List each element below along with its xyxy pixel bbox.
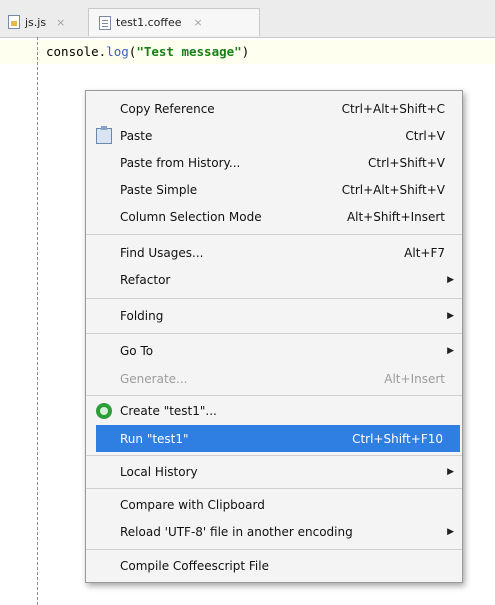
- menu-item-label: Column Selection Mode: [120, 209, 262, 224]
- close-icon[interactable]: ×: [56, 16, 65, 29]
- menu-item-find-usages[interactable]: Find Usages... Alt+F7: [86, 239, 462, 266]
- menu-item-local-history[interactable]: Local History ▶: [86, 458, 462, 485]
- editor-tab-bar: js.js × test1.coffee ×: [0, 0, 495, 38]
- menu-item-create-test1[interactable]: Create "test1"...: [86, 397, 462, 424]
- close-icon[interactable]: ×: [194, 16, 203, 29]
- menu-item-label: Compare with Clipboard: [120, 497, 265, 512]
- menu-separator: [86, 333, 462, 334]
- menu-separator: [86, 298, 462, 299]
- menu-separator: [86, 395, 462, 396]
- menu-item-paste-from-history[interactable]: Paste from History... Ctrl+Shift+V: [86, 149, 462, 176]
- menu-item-label: Copy Reference: [120, 101, 215, 116]
- menu-item-label: Paste from History...: [120, 155, 241, 170]
- menu-item-reload-encoding[interactable]: Reload 'UTF-8' file in another encoding …: [86, 518, 462, 545]
- menu-separator: [86, 234, 462, 235]
- menu-item-go-to[interactable]: Go To ▶: [86, 337, 462, 364]
- javascript-file-icon: [8, 15, 20, 29]
- code-string: "Test message": [136, 44, 242, 59]
- menu-item-label: Paste Simple: [120, 182, 198, 197]
- menu-item-run-test1[interactable]: Run "test1" Ctrl+Shift+F10: [96, 425, 460, 452]
- tab-test1-coffee[interactable]: test1.coffee ×: [88, 8, 260, 36]
- menu-item-label: Run "test1": [120, 431, 189, 446]
- code-text: console.: [46, 44, 107, 59]
- coffeescript-icon: [96, 402, 112, 419]
- context-menu: Copy Reference Ctrl+Alt+Shift+C Paste Ct…: [85, 90, 463, 583]
- code-paren: ): [241, 44, 250, 59]
- menu-item-shortcut: Alt+Shift+Insert: [346, 209, 445, 224]
- tab-label: test1.coffee: [116, 16, 182, 29]
- tab-js-js[interactable]: js.js ×: [0, 8, 80, 36]
- menu-separator: [86, 488, 462, 489]
- menu-item-label: Find Usages...: [120, 245, 204, 260]
- menu-item-shortcut: Alt+Insert: [384, 371, 445, 386]
- menu-item-label: Local History: [120, 464, 198, 479]
- code-function: log: [106, 44, 129, 59]
- menu-item-label: Go To: [120, 343, 154, 358]
- menu-item-shortcut: Ctrl+Alt+Shift+V: [341, 182, 445, 197]
- menu-item-label: Paste: [120, 128, 153, 143]
- code-line[interactable]: console.log("Test message"): [46, 44, 249, 59]
- menu-item-label: Compile Coffeescript File: [120, 558, 269, 573]
- menu-item-refactor[interactable]: Refactor ▶: [86, 266, 462, 293]
- menu-item-shortcut: Alt+F7: [404, 245, 445, 260]
- submenu-arrow-icon: ▶: [447, 526, 454, 537]
- menu-item-label: Generate...: [120, 371, 188, 386]
- menu-item-compare-with-clipboard[interactable]: Compare with Clipboard: [86, 491, 462, 518]
- submenu-arrow-icon: ▶: [447, 274, 454, 285]
- menu-separator: [86, 455, 462, 456]
- menu-item-column-selection-mode[interactable]: Column Selection Mode Alt+Shift+Insert: [86, 203, 462, 230]
- menu-item-copy-reference[interactable]: Copy Reference Ctrl+Alt+Shift+C: [86, 95, 462, 122]
- submenu-arrow-icon: ▶: [447, 466, 454, 477]
- menu-item-paste[interactable]: Paste Ctrl+V: [86, 122, 462, 149]
- menu-item-shortcut: Ctrl+V: [405, 128, 445, 143]
- menu-item-shortcut: Ctrl+Shift+V: [368, 155, 445, 170]
- menu-item-shortcut: Ctrl+Alt+Shift+C: [341, 101, 445, 116]
- menu-item-label: Reload 'UTF-8' file in another encoding: [120, 524, 353, 539]
- menu-item-compile-coffeescript[interactable]: Compile Coffeescript File: [86, 552, 462, 579]
- submenu-arrow-icon: ▶: [447, 345, 454, 356]
- menu-item-paste-simple[interactable]: Paste Simple Ctrl+Alt+Shift+V: [86, 176, 462, 203]
- submenu-arrow-icon: ▶: [447, 310, 454, 321]
- menu-separator: [86, 549, 462, 550]
- paste-icon: [96, 125, 112, 144]
- menu-item-label: Folding: [120, 308, 164, 323]
- tab-label: js.js: [25, 15, 47, 29]
- menu-item-label: Create "test1"...: [120, 403, 217, 418]
- menu-item-generate: Generate... Alt+Insert: [86, 365, 462, 392]
- gutter-separator: [37, 37, 38, 605]
- menu-item-folding[interactable]: Folding ▶: [86, 302, 462, 329]
- coffeescript-file-icon: [99, 15, 111, 30]
- menu-item-label: Refactor: [120, 272, 171, 287]
- menu-item-shortcut: Ctrl+Shift+F10: [352, 431, 443, 446]
